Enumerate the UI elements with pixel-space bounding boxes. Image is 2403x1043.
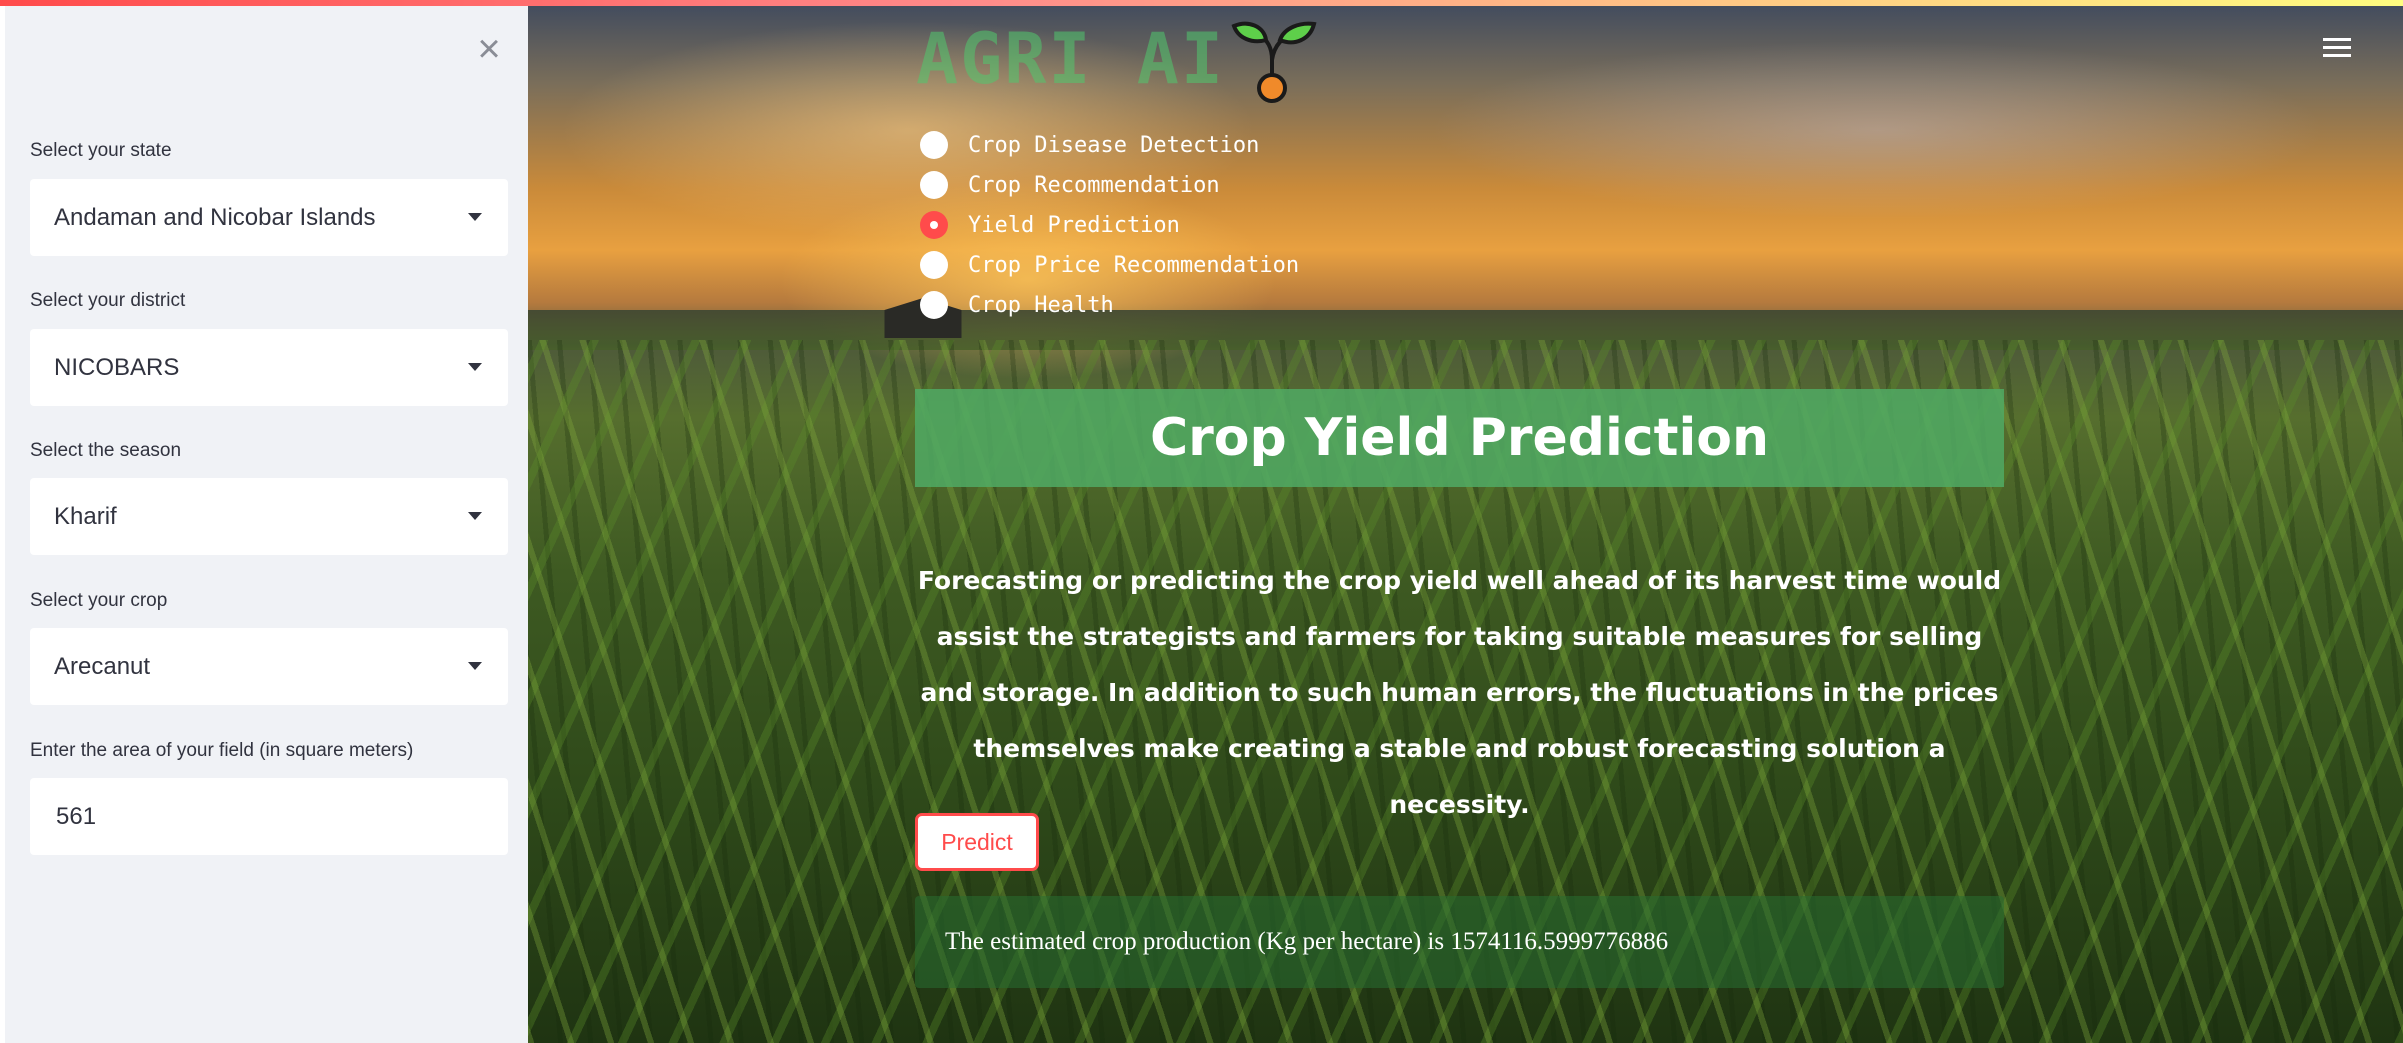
district-select-value: NICOBARS	[54, 353, 180, 381]
crop-label: Select your crop	[30, 590, 168, 611]
caret-down-icon	[468, 662, 482, 670]
radio-crop-recommendation[interactable]: Crop Recommendation	[920, 169, 1220, 201]
radio-yield-prediction[interactable]: Yield Prediction	[920, 209, 1180, 241]
radio-label: Crop Disease Detection	[968, 132, 1260, 158]
caret-down-icon	[468, 363, 482, 371]
page-description: Forecasting or predicting the crop yield…	[917, 566, 2002, 819]
hamburger-menu-icon[interactable]	[2323, 38, 2351, 66]
crop-select[interactable]: Arecanut	[30, 628, 508, 705]
season-select[interactable]: Kharif	[30, 478, 508, 555]
page-title-banner: Crop Yield Prediction	[915, 389, 2004, 487]
app-brand: AGRI AI	[916, 18, 1226, 100]
season-label: Select the season	[30, 440, 182, 461]
radio-crop-health[interactable]: Crop Health	[920, 289, 1114, 321]
close-icon[interactable]: ×	[470, 29, 508, 69]
prediction-result: The estimated crop production (Kg per he…	[915, 896, 2004, 988]
radio-label: Crop Price Recommendation	[968, 252, 1300, 278]
radio-button-icon	[920, 251, 948, 279]
radio-label: Yield Prediction	[968, 212, 1180, 238]
area-label: Enter the area of your field (in square …	[30, 740, 414, 761]
crop-select-value: Arecanut	[54, 652, 151, 680]
radio-label: Crop Health	[968, 292, 1114, 318]
season-select-value: Kharif	[54, 502, 117, 530]
caret-down-icon	[468, 512, 482, 520]
prediction-result-text: The estimated crop production (Kg per he…	[945, 928, 1669, 955]
state-select[interactable]: Andaman and Nicobar Islands	[30, 179, 508, 256]
radio-crop-price-recommendation[interactable]: Crop Price Recommendation	[920, 249, 1299, 281]
radio-selected-icon	[920, 211, 948, 239]
top-decoration-bar	[0, 0, 2403, 6]
main-content: AGRI AI Crop Disease Detection Crop Reco…	[528, 0, 2403, 1043]
sidebar: × Select your state Andaman and Nicobar …	[0, 0, 528, 1043]
sprout-icon	[1231, 21, 1317, 103]
predict-button[interactable]: Predict	[915, 813, 1039, 871]
district-select[interactable]: NICOBARS	[30, 329, 508, 406]
radio-button-icon	[920, 131, 948, 159]
caret-down-icon	[468, 213, 482, 221]
background-cloud	[1428, 40, 2328, 220]
page-title: Crop Yield Prediction	[1149, 408, 1770, 468]
state-label: Select your state	[30, 140, 172, 161]
state-select-value: Andaman and Nicobar Islands	[54, 203, 376, 231]
radio-crop-disease-detection[interactable]: Crop Disease Detection	[920, 129, 1259, 161]
radio-button-icon	[920, 171, 948, 199]
radio-label: Crop Recommendation	[968, 172, 1220, 198]
district-label: Select your district	[30, 290, 186, 311]
radio-button-icon	[920, 291, 948, 319]
area-input[interactable]	[30, 778, 508, 855]
